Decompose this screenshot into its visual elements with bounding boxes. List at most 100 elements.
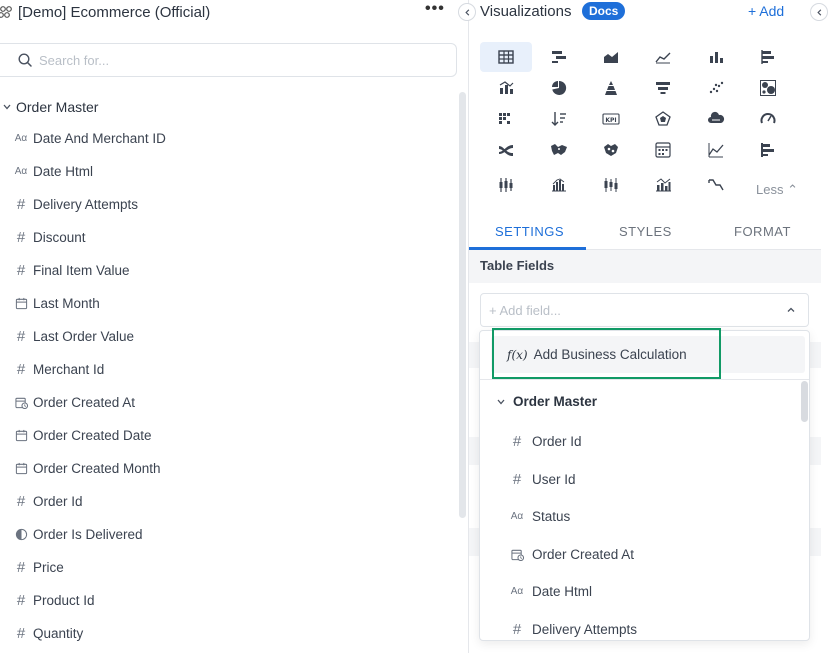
add-visualization-button[interactable]: + Add [748,3,784,19]
field-item[interactable]: # Merchant Id [0,353,455,386]
pyramid-chart-icon[interactable] [585,73,637,103]
dropdown-field-item[interactable]: Aα Status [480,498,800,536]
field-item[interactable]: Order Created Date [0,419,455,452]
field-item[interactable]: # Last Order Value [0,320,455,353]
area-chart-icon[interactable] [585,42,637,72]
field-label: Order Is Delivered [33,527,143,542]
histogram-icon[interactable] [533,170,585,200]
field-item[interactable]: Order Created Month [0,452,455,485]
add-field-input[interactable] [489,302,769,318]
field-label: Date And Merchant ID [33,131,166,146]
table-fields-title: Table Fields [480,258,555,273]
field-label: Order Created At [33,395,136,410]
trend-chart-icon[interactable] [690,135,742,165]
dropdown-field-item[interactable]: # User Id [480,461,800,499]
number-type-icon: # [512,470,522,488]
add-field-select[interactable] [480,293,809,327]
field-item[interactable]: Order Created At [0,386,455,419]
box-plot-icon[interactable] [480,170,532,200]
word-cloud-icon[interactable] [690,104,742,134]
field-label: Last Month [33,296,100,311]
field-item[interactable]: # Final Item Value [0,254,455,287]
field-item[interactable]: Order Is Delivered [0,518,455,551]
dropdown-group-header[interactable]: Order Master [494,394,597,409]
table-fields-section-header: Table Fields [469,250,821,283]
visualizations-title: Visualizations [480,3,572,20]
boolean-type-icon [13,528,29,541]
calendar-heatmap-icon[interactable] [637,135,689,165]
text-type-icon: Aα [510,586,524,598]
field-item[interactable]: Aα Date Html [0,155,455,188]
date-type-icon [13,429,29,442]
field-label: Date Html [33,164,94,179]
combo-chart-icon[interactable] [480,73,532,103]
field-item[interactable]: # Delivery Attempts [0,188,455,221]
field-item[interactable]: # Price [0,551,455,584]
gantt-chart-icon[interactable] [742,135,794,165]
search-input[interactable] [39,52,419,68]
chevron-down-icon [2,102,12,112]
field-item[interactable]: # Quantity [0,617,455,650]
tab-settings[interactable]: SETTINGS [495,224,564,239]
field-label: Order Created Date [33,428,152,443]
field-label: Discount [33,230,86,245]
field-list-scrollbar[interactable] [459,92,466,518]
less-toggle-button[interactable]: Less ⌃ [756,182,798,198]
sorted-list-icon[interactable] [533,104,585,134]
field-group-header[interactable]: Order Master [0,98,98,116]
dropdown-field-item[interactable]: Order Created At [480,536,800,574]
pivot-table-icon[interactable] [533,42,585,72]
function-icon: f(x) [507,347,528,362]
tab-format[interactable]: FORMAT [734,224,791,239]
column-chart-icon[interactable] [690,42,742,72]
number-type-icon: # [16,493,26,510]
dropdown-field-label: User Id [532,471,576,487]
datetime-type-icon [509,548,525,561]
radar-chart-icon[interactable] [637,104,689,134]
bar-chart-icon[interactable] [742,42,794,72]
gauge-icon[interactable] [742,104,794,134]
dropdown-field-item[interactable]: # Delivery Attempts [480,611,800,641]
tree-map-icon[interactable] [585,135,637,165]
field-item[interactable]: # Order Id [0,485,455,518]
field-item[interactable]: Last Month [0,287,455,320]
field-label: Product Id [33,593,95,608]
heatmap-icon[interactable] [480,104,532,134]
geo-map-icon[interactable] [533,135,585,165]
dropdown-field-item[interactable]: # Order Id [480,423,800,461]
column-line-icon[interactable] [637,170,689,200]
datetime-type-icon [13,396,29,409]
candlestick-icon[interactable] [585,170,637,200]
text-type-icon: Aα [14,166,28,177]
scatter-chart-icon[interactable] [690,73,742,103]
field-item[interactable]: # Discount [0,221,455,254]
field-list: Aα Date And Merchant ID Aα Date Html # Delive… [0,122,455,650]
field-label: Merchant Id [33,362,105,377]
dropdown-field-item[interactable]: Aα Date Html [480,573,800,611]
field-item[interactable]: # Product Id [0,584,455,617]
bubble-chart-icon[interactable] [742,73,794,103]
dropdown-group-name: Order Master [513,394,598,409]
text-type-icon: Aα [14,133,28,144]
funnel-chart-icon[interactable] [637,73,689,103]
line-chart-icon[interactable] [637,42,689,72]
sankey-icon[interactable] [480,135,532,165]
less-label: Less [756,182,784,197]
docs-badge[interactable]: Docs [582,2,626,20]
add-business-calculation-option[interactable]: f(x) Add Business Calculation [507,347,687,362]
field-search-box [0,43,457,77]
tab-styles[interactable]: STYLES [619,224,672,239]
more-options-button[interactable]: ••• [425,0,445,18]
text-type-icon: Aα [510,511,524,523]
pie-chart-icon[interactable] [533,73,585,103]
waterfall-icon[interactable] [690,170,742,200]
table-icon[interactable] [480,42,532,72]
number-type-icon: # [16,262,26,279]
field-label: Quantity [33,626,84,641]
field-item[interactable]: Aα Date And Merchant ID [0,122,455,155]
date-type-icon [13,297,29,310]
settings-tabs: SETTINGS STYLES FORMAT [469,214,821,250]
dropdown-scrollbar[interactable] [801,381,808,422]
number-type-icon: # [16,592,26,609]
kpi-icon[interactable]: KPI [585,104,637,134]
